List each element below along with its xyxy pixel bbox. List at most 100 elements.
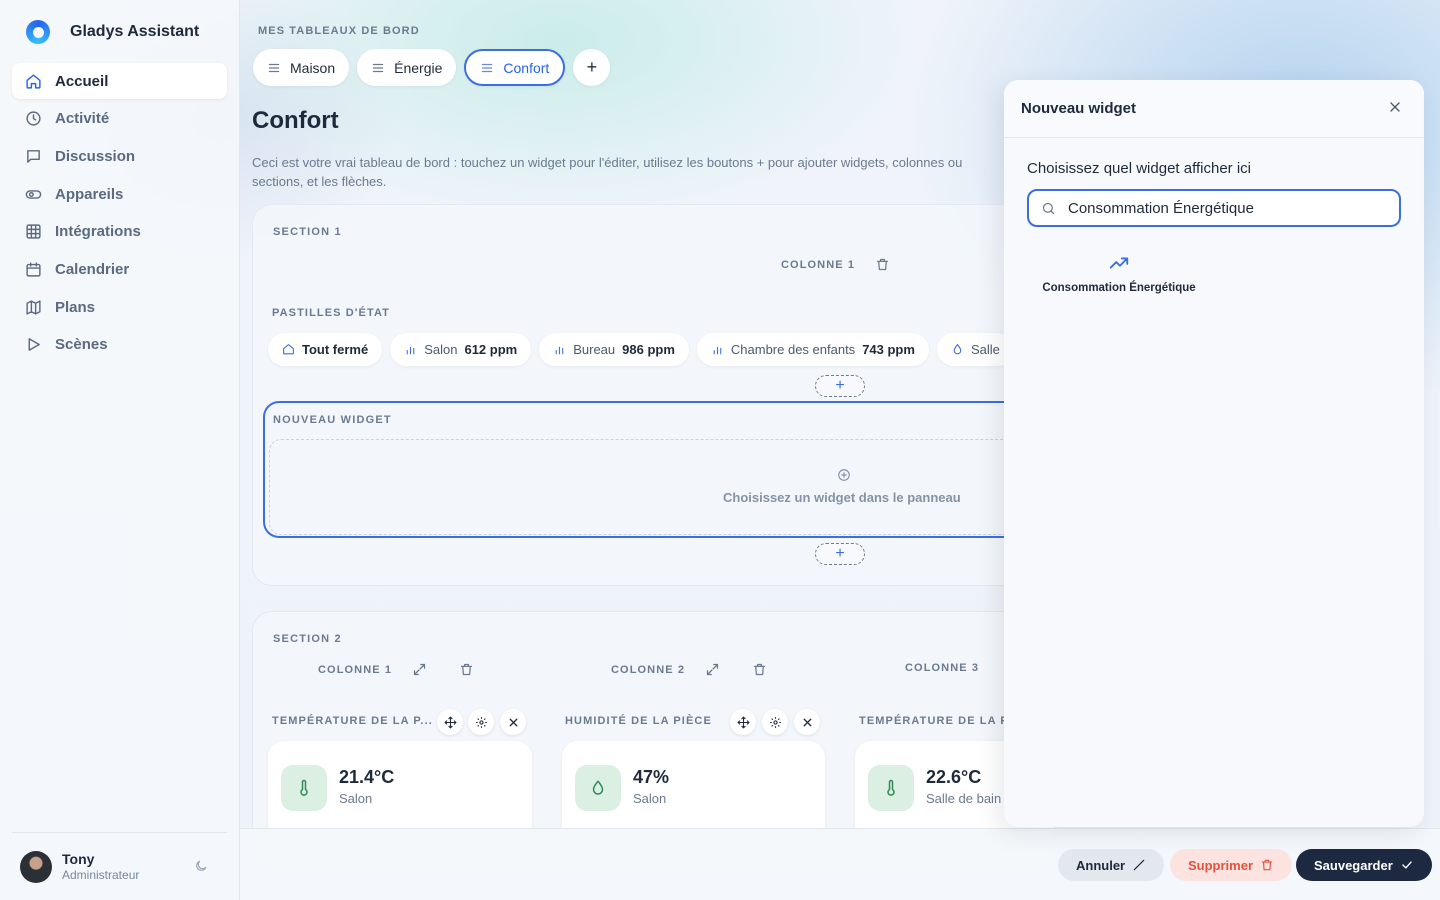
- widget-drop-zone[interactable]: Choisissez un widget dans le panneau: [269, 439, 1045, 535]
- widget-result-item[interactable]: Consommation Énergétique: [1024, 252, 1214, 294]
- sidebar-item-label: Scènes: [55, 336, 108, 354]
- sidebar-item-integrations[interactable]: Intégrations: [12, 214, 227, 250]
- status-pill[interactable]: Chambre des enfants 743 ppm: [696, 333, 929, 366]
- widget-search[interactable]: [1027, 189, 1401, 227]
- expand-icon[interactable]: [705, 662, 720, 677]
- pill-value: 743 ppm: [862, 342, 915, 357]
- trash-icon[interactable]: [752, 662, 767, 677]
- sidebar-item-calendrier[interactable]: Calendrier: [12, 251, 227, 287]
- sidebar-item-scenes[interactable]: Scènes: [12, 327, 227, 363]
- user-profile[interactable]: Tony Administrateur: [12, 832, 227, 900]
- widget-value: 21.4°C: [339, 767, 395, 787]
- sidebar-item-discussion[interactable]: Discussion: [12, 138, 227, 174]
- section-title: SECTION 2: [273, 633, 342, 645]
- column-header: COLONNE 1: [781, 257, 890, 272]
- status-pills-label: PASTILLES D'ÉTAT: [272, 307, 390, 319]
- temperature-widget-card[interactable]: 21.4°C Salon: [268, 741, 532, 841]
- tab-confort[interactable]: Confort: [464, 49, 566, 86]
- tab-label: Énergie: [394, 59, 443, 76]
- status-pill[interactable]: Bureau 986 ppm: [539, 333, 689, 366]
- pill-value: 612 ppm: [464, 342, 518, 357]
- icon-tile: [575, 765, 621, 811]
- delete-label: Supprimer: [1188, 857, 1254, 873]
- move-widget-button[interactable]: [730, 709, 756, 735]
- tab-label: Confort: [503, 59, 550, 76]
- widget-search-input[interactable]: [1068, 199, 1368, 217]
- panel-prompt: Choisissez quel widget afficher ici: [1027, 160, 1251, 177]
- calendar-icon: [26, 262, 41, 277]
- widget-settings-button[interactable]: [762, 709, 788, 735]
- humidity-widget-card[interactable]: 47% Salon: [562, 741, 825, 841]
- expand-icon[interactable]: [412, 662, 427, 677]
- section-title: SECTION 1: [273, 226, 342, 238]
- status-pill[interactable]: Tout fermé: [268, 333, 383, 366]
- remove-widget-button[interactable]: [794, 709, 820, 735]
- remove-widget-button[interactable]: [500, 709, 526, 735]
- widget-room: Salon: [633, 791, 667, 806]
- cancel-button[interactable]: Annuler: [1058, 849, 1165, 881]
- status-pill[interactable]: Salle: [936, 333, 1014, 366]
- widget-result-label: Consommation Énergétique: [1042, 282, 1196, 294]
- widget-value: 47%: [633, 767, 670, 787]
- bar-chart-icon: [713, 346, 722, 355]
- column-label: COLONNE 3: [905, 662, 980, 674]
- close-icon[interactable]: [1387, 99, 1403, 115]
- edit-action-bar: Annuler Supprimer Sauvegarder: [240, 828, 1440, 900]
- brand[interactable]: Gladys Assistant: [26, 20, 199, 44]
- search-icon: [1042, 202, 1055, 214]
- dashboard-tabs: Maison Énergie Confort +: [253, 49, 611, 86]
- bar-chart-icon: [555, 346, 564, 355]
- close-icon: [509, 718, 517, 726]
- new-widget-placeholder[interactable]: NOUVEAU WIDGET Choisissez un widget dans…: [263, 401, 1045, 538]
- sidebar-item-label: Intégrations: [55, 223, 141, 241]
- column-header: COLONNE 1: [318, 662, 474, 677]
- pill-name: Chambre des enfants: [730, 342, 856, 357]
- menu-icon: [482, 63, 493, 72]
- sidebar-item-appareils[interactable]: Appareils: [12, 176, 227, 212]
- home-icon: [283, 344, 294, 355]
- add-widget-button[interactable]: +: [815, 375, 865, 397]
- trash-icon[interactable]: [875, 257, 890, 272]
- panel-header: Nouveau widget: [1004, 80, 1424, 138]
- column-header: COLONNE 3: [905, 662, 979, 674]
- home-icon: [26, 73, 41, 89]
- trash-icon[interactable]: [459, 662, 474, 677]
- new-widget-panel: Nouveau widget Choisissez quel widget af…: [1004, 80, 1424, 827]
- check-icon: [1401, 861, 1412, 869]
- pill-value: 986 ppm: [622, 342, 675, 357]
- column-label: COLONNE 1: [318, 663, 393, 676]
- drop-icon: [592, 780, 604, 795]
- sidebar-item-accueil[interactable]: Accueil: [12, 63, 227, 99]
- add-widget-button[interactable]: +: [815, 543, 865, 565]
- thermometer-icon: [887, 779, 895, 796]
- pencil-icon: [1133, 859, 1145, 871]
- grid-icon: [26, 224, 41, 239]
- add-dashboard-button[interactable]: +: [573, 49, 611, 86]
- save-label: Sauvegarder: [1314, 857, 1393, 873]
- sidebar: Gladys Assistant Accueil Activité Discus…: [0, 0, 240, 900]
- pill-name: Salon: [424, 342, 458, 357]
- move-icon: [443, 715, 457, 729]
- move-widget-button[interactable]: [437, 709, 463, 735]
- sidebar-item-activite[interactable]: Activité: [12, 101, 227, 137]
- delete-button[interactable]: Supprimer: [1170, 849, 1293, 881]
- sidebar-item-label: Accueil: [55, 72, 109, 90]
- status-pill[interactable]: Salon 612 ppm: [390, 333, 532, 366]
- play-icon: [28, 338, 40, 352]
- map-icon: [26, 300, 41, 315]
- widget-settings-button[interactable]: [468, 709, 494, 735]
- tab-maison[interactable]: Maison: [253, 49, 350, 86]
- sidebar-item-plans[interactable]: Plans: [12, 289, 227, 325]
- menu-icon: [372, 63, 384, 72]
- tab-energie[interactable]: Énergie: [357, 49, 457, 86]
- pill-name: Bureau: [573, 342, 616, 357]
- widget-title: TEMPÉRATURE DE LA P: [859, 715, 1009, 727]
- new-widget-title: NOUVEAU WIDGET: [273, 414, 392, 426]
- panel-title: Nouveau widget: [1021, 100, 1137, 117]
- tab-label: Maison: [290, 59, 336, 76]
- user-name: Tony: [62, 851, 95, 867]
- moon-icon[interactable]: [194, 859, 208, 873]
- save-button[interactable]: Sauvegarder: [1296, 849, 1432, 881]
- bar-chart-icon: [406, 346, 415, 355]
- sidebar-item-label: Calendrier: [55, 260, 130, 278]
